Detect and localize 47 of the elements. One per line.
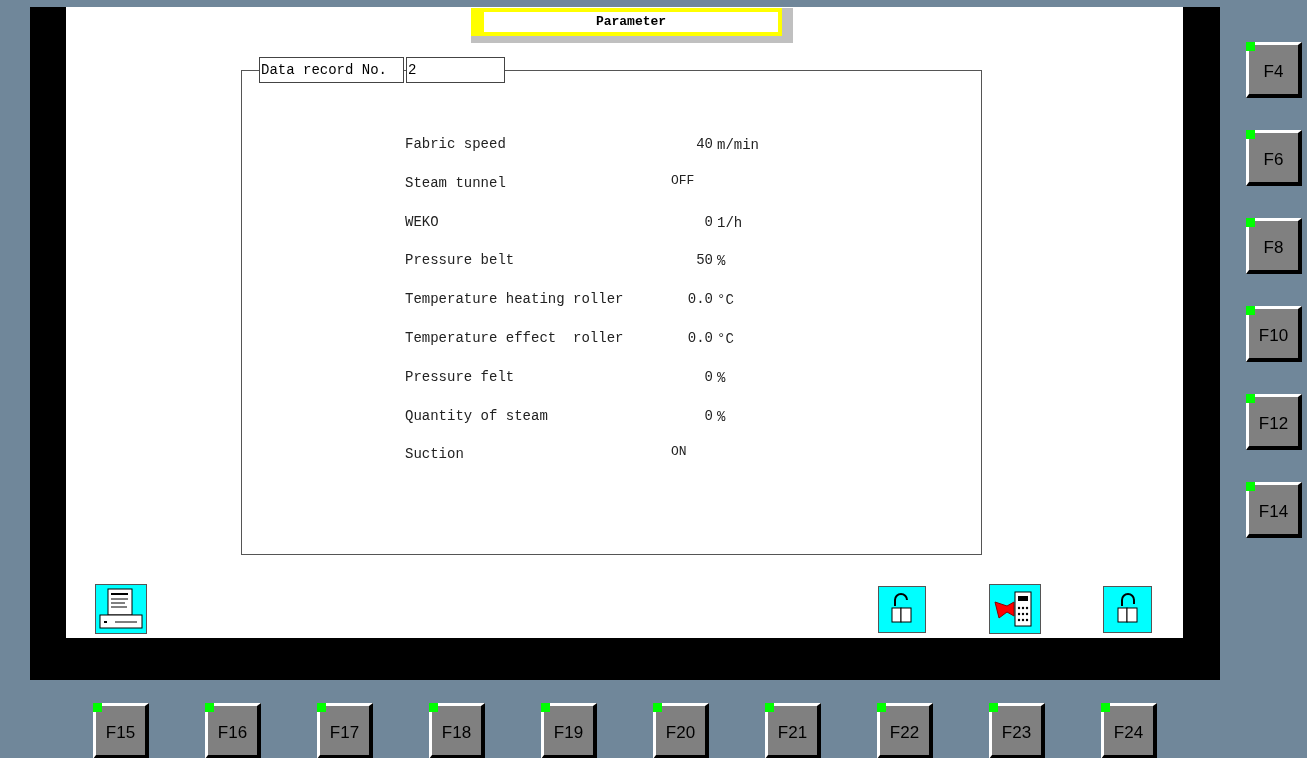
unit-label: 1/h xyxy=(717,213,743,232)
parameter-value: 0.0 xyxy=(686,329,713,347)
alarm-device-icon[interactable] xyxy=(989,584,1041,634)
record-field: 2 xyxy=(406,57,505,83)
unit-label: °C xyxy=(717,291,734,310)
function-key[interactable]: F18 xyxy=(429,703,485,758)
parameter-value: 50 xyxy=(695,251,713,270)
parameter-value: 0 xyxy=(703,406,713,425)
unit-label: °C xyxy=(717,330,734,348)
parameter-label: Suction xyxy=(405,445,465,464)
function-key[interactable]: F15 xyxy=(93,703,149,758)
function-key[interactable]: F10 xyxy=(1246,306,1302,362)
function-key[interactable]: F14 xyxy=(1246,482,1302,538)
parameter-value: 0.0 xyxy=(686,290,713,309)
title: Parameter xyxy=(484,12,778,32)
parameter-label: Quantity of steam xyxy=(405,406,549,425)
status-value: ON xyxy=(671,443,687,462)
function-key[interactable]: F24 xyxy=(1101,703,1157,758)
function-key[interactable]: F21 xyxy=(765,703,821,758)
parameter-label: Pressure felt xyxy=(405,367,516,386)
function-key[interactable]: F17 xyxy=(317,703,373,758)
unit-label: m/min xyxy=(717,136,759,154)
function-key[interactable]: F20 xyxy=(653,703,709,758)
parameter-value: 40 xyxy=(695,135,713,153)
parameter-label: Temperature effect roller xyxy=(405,329,625,347)
unit-label: % xyxy=(717,252,726,271)
status-value: OFF xyxy=(671,171,695,190)
function-key[interactable]: F19 xyxy=(541,703,597,758)
record-label: Data record No. xyxy=(259,57,404,83)
unlock-icon[interactable] xyxy=(878,586,926,633)
function-key[interactable]: F23 xyxy=(989,703,1045,758)
unit-label: % xyxy=(717,368,726,387)
parameter-label: Temperature heating roller xyxy=(405,290,625,309)
parameter-label: Fabric speed xyxy=(405,135,507,153)
parameter-label: Pressure belt xyxy=(405,251,516,270)
function-key[interactable]: F22 xyxy=(877,703,933,758)
unit-label: % xyxy=(717,407,726,426)
parameter-label: WEKO xyxy=(405,212,440,231)
parameter-label: Steam tunnel xyxy=(405,173,507,192)
printer-icon[interactable] xyxy=(95,584,147,634)
function-key[interactable]: F12 xyxy=(1246,394,1302,450)
function-key[interactable]: F6 xyxy=(1246,130,1302,186)
function-key[interactable]: F4 xyxy=(1246,42,1302,98)
function-key[interactable]: F8 xyxy=(1246,218,1302,274)
function-key[interactable]: F16 xyxy=(205,703,261,758)
parameter-value: 0 xyxy=(703,212,713,231)
parameter-value: 0 xyxy=(703,367,713,386)
